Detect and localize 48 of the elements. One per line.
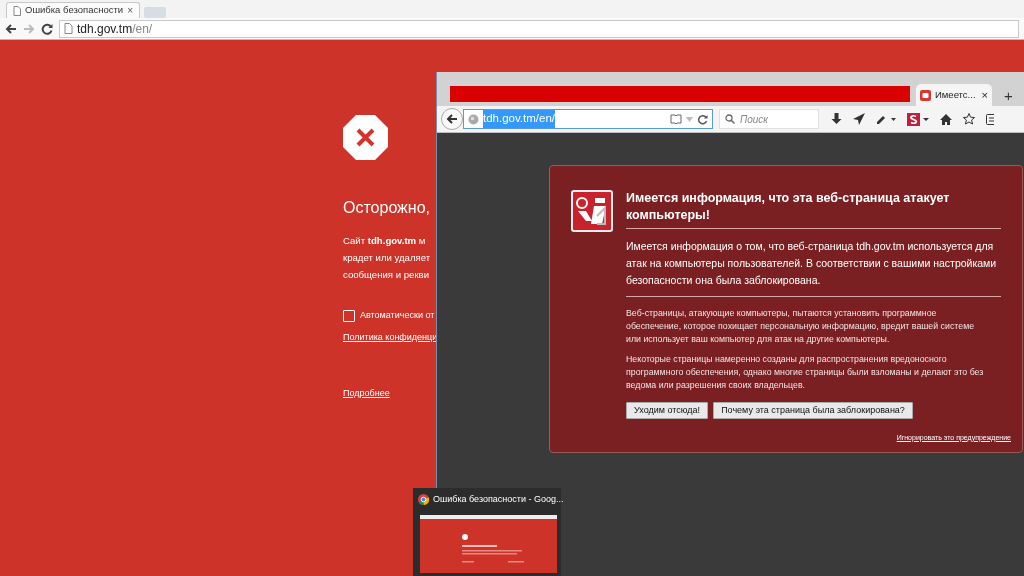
warning-title: Имеется информация, что эта веб-страница атакует компьютеры! [626, 190, 1001, 229]
page-icon [64, 23, 73, 34]
tab-title: Имеетс... [935, 87, 976, 102]
checkbox-label: Автоматически от [360, 309, 435, 322]
warning-text: Сайт tdh.gov.tm м [343, 234, 426, 248]
warning-summary: Имеется информация о том, что веб-страница tdh.gov.tm используется для атак на компьютеры пользователей. В соответствии с вашими настройками безопасности она была заблокирована. [626, 229, 1001, 297]
warning-heading: Осторожно, [343, 198, 430, 218]
action-button[interactable]: Почему эта страница была заблокирована? [713, 402, 913, 419]
close-button[interactable]: × [981, 89, 988, 101]
new-tab-button[interactable]: + [1004, 88, 1013, 103]
reload-icon[interactable] [41, 22, 53, 35]
warning-text: крадет или удаляет [343, 251, 431, 265]
search-icon [725, 114, 735, 124]
browser-tab[interactable]: Имеетс... × [916, 84, 992, 106]
s-logo-icon[interactable] [907, 112, 929, 126]
warning-text: Веб-страницы, атакующие компьютеры, пытаются установить программное обеспечение, которое похищает персональную информацию, вредит вашей системе или использует ваш компьютер для атак на другие компьютеры. [626, 307, 976, 346]
checkbox[interactable] [343, 309, 355, 322]
download-icon[interactable] [831, 113, 842, 125]
browser-tab[interactable]: Ошибка безопасности × [6, 2, 140, 18]
details-link[interactable]: Подробнее [343, 386, 390, 400]
warning-text: Некоторые страницы намеренно созданы для распространения вредоносного программного обеспечения, однако многие страницы были взломаны и делают это без ведома или разрешения своих владельцев. [626, 353, 985, 392]
police-icon [571, 190, 613, 232]
home-icon[interactable] [940, 113, 952, 125]
warning-text: сообщения и рекви [343, 268, 430, 282]
star-icon[interactable] [963, 113, 975, 125]
close-button[interactable]: × [127, 5, 133, 16]
page-icon [13, 5, 21, 16]
action-button[interactable]: Уходим отсюда! [626, 402, 709, 419]
back-icon[interactable] [5, 22, 17, 35]
clipboard-icon[interactable] [986, 113, 994, 125]
privacy-link[interactable]: Политика конфиденци [343, 330, 438, 344]
url-text: tdh.gov.tm/en/ [77, 20, 153, 38]
stop-icon [343, 115, 388, 160]
tab-title: Ошибка безопасности [25, 3, 124, 18]
search-field[interactable]: Поиск [719, 109, 819, 129]
send-icon[interactable] [853, 113, 865, 125]
url-text: tdh.gov.tm/en/ [483, 110, 556, 128]
site-icon [920, 89, 931, 101]
reader-icon[interactable] [670, 114, 682, 124]
back-icon [446, 113, 458, 125]
preview-title: Ошибка безопасности - Goog... [433, 493, 564, 506]
address-bar[interactable]: tdh.gov.tm/en/ [59, 19, 1019, 38]
pen-icon[interactable] [876, 114, 896, 124]
taskbar-preview[interactable]: Ошибка безопасности - Goog... [413, 488, 561, 576]
back-button[interactable] [441, 108, 463, 130]
reload-icon[interactable] [697, 113, 708, 125]
globe-icon [468, 113, 479, 125]
chrome-icon [418, 494, 429, 506]
